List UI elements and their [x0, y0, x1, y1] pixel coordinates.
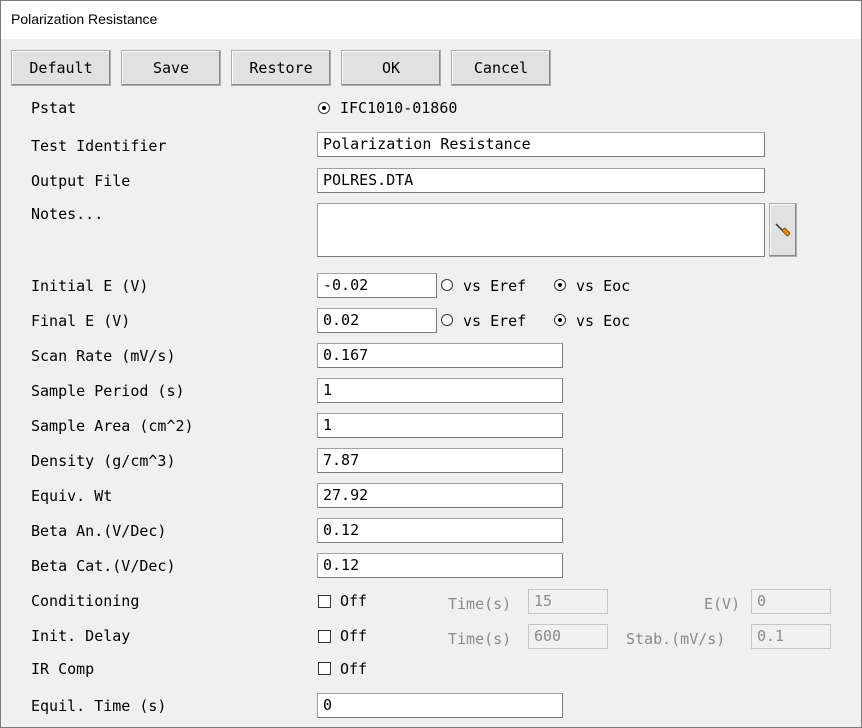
scan-rate-input[interactable]: 0.167	[317, 343, 563, 368]
final-e-label: Final E (V)	[31, 312, 131, 330]
ir-comp-checkbox-label: Off	[340, 660, 368, 678]
save-button[interactable]: Save	[121, 50, 221, 86]
sample-area-label: Sample Area (cm^2)	[31, 417, 194, 435]
ok-button[interactable]: OK	[341, 50, 441, 86]
init-delay-stab-input[interactable]: 0.1	[751, 624, 831, 649]
beta-cat-label: Beta Cat.(V/Dec)	[31, 557, 176, 575]
notes-edit-button[interactable]	[769, 203, 797, 257]
init-delay-checkbox[interactable]	[318, 630, 331, 643]
dialog-window: Polarization Resistance Default Save Res…	[0, 0, 862, 728]
density-label: Density (g/cm^3)	[31, 452, 176, 470]
output-file-label: Output File	[31, 172, 131, 190]
final-e-vs-eref-radio[interactable]	[441, 314, 453, 326]
conditioning-time-input[interactable]: 15	[528, 589, 608, 614]
screwdriver-icon	[775, 223, 791, 237]
ir-comp-label: IR Comp	[31, 660, 95, 678]
equiv-wt-label: Equiv. Wt	[31, 487, 113, 505]
sample-period-label: Sample Period (s)	[31, 382, 185, 400]
default-button[interactable]: Default	[11, 50, 111, 86]
conditioning-time-label: Time(s)	[448, 595, 512, 613]
conditioning-checkbox[interactable]	[318, 595, 331, 608]
sample-area-input[interactable]: 1	[317, 413, 563, 438]
sample-period-input[interactable]: 1	[317, 378, 563, 403]
equiv-wt-input[interactable]: 27.92	[317, 483, 563, 508]
test-identifier-input[interactable]: Polarization Resistance	[317, 132, 765, 157]
beta-cat-input[interactable]: 0.12	[317, 553, 563, 578]
conditioning-checkbox-label: Off	[340, 592, 368, 610]
init-delay-time-label: Time(s)	[448, 630, 512, 648]
beta-an-label: Beta An.(V/Dec)	[31, 522, 167, 540]
initial-e-vs-eref-radio[interactable]	[441, 279, 453, 291]
density-input[interactable]: 7.87	[317, 448, 563, 473]
equil-time-input[interactable]: 0	[317, 693, 563, 718]
pstat-radio[interactable]	[318, 102, 330, 114]
window-title: Polarization Resistance	[11, 11, 158, 27]
notes-label: Notes...	[31, 205, 104, 223]
cancel-button[interactable]: Cancel	[451, 50, 551, 86]
initial-e-vs-eref-label: vs Eref	[463, 277, 527, 295]
conditioning-label: Conditioning	[31, 592, 140, 610]
initial-e-label: Initial E (V)	[31, 277, 149, 295]
pstat-label: Pstat	[31, 99, 77, 117]
initial-e-input[interactable]: -0.02	[317, 273, 437, 298]
notes-textarea[interactable]	[317, 203, 765, 257]
init-delay-checkbox-label: Off	[340, 627, 368, 645]
final-e-vs-eoc-radio[interactable]	[554, 314, 566, 326]
equil-time-label: Equil. Time (s)	[31, 697, 167, 715]
test-identifier-label: Test Identifier	[31, 137, 167, 155]
initial-e-vs-eoc-radio[interactable]	[554, 279, 566, 291]
restore-button[interactable]: Restore	[231, 50, 331, 86]
conditioning-e-input[interactable]: 0	[751, 589, 831, 614]
pstat-value: IFC1010-01860	[340, 99, 458, 117]
ir-comp-checkbox[interactable]	[318, 662, 331, 675]
scan-rate-label: Scan Rate (mV/s)	[31, 347, 176, 365]
final-e-vs-eref-label: vs Eref	[463, 312, 527, 330]
final-e-input[interactable]: 0.02	[317, 308, 437, 333]
final-e-vs-eoc-label: vs Eoc	[576, 312, 631, 330]
initial-e-vs-eoc-label: vs Eoc	[576, 277, 631, 295]
init-delay-label: Init. Delay	[31, 627, 131, 645]
title-bar: Polarization Resistance	[1, 1, 861, 39]
conditioning-e-label: E(V)	[704, 595, 741, 613]
init-delay-stab-label: Stab.(mV/s)	[626, 630, 726, 648]
init-delay-time-input[interactable]: 600	[528, 624, 608, 649]
output-file-input[interactable]: POLRES.DTA	[317, 168, 765, 193]
beta-an-input[interactable]: 0.12	[317, 518, 563, 543]
